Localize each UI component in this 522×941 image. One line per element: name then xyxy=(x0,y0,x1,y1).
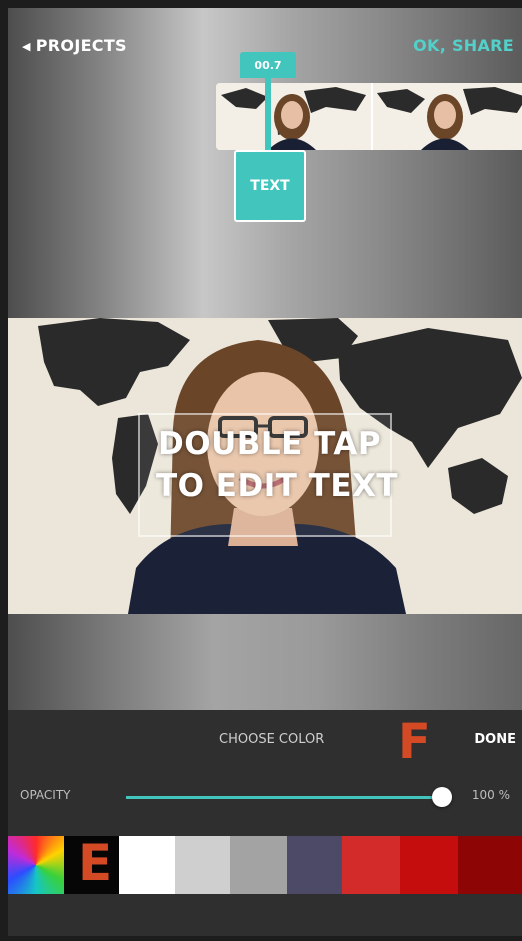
back-button[interactable]: ◀ PROJECTS xyxy=(22,36,127,55)
opacity-slider-thumb[interactable] xyxy=(432,787,452,807)
done-button[interactable]: DONE xyxy=(474,732,516,747)
playhead[interactable] xyxy=(265,78,271,154)
back-arrow-icon: ◀ xyxy=(22,40,31,53)
share-button[interactable]: OK, SHARE xyxy=(413,36,514,55)
color-panel: CHOOSE COLOR F DONE OPACITY 100 % E xyxy=(8,710,522,936)
black-swatch[interactable]: E xyxy=(64,836,119,894)
marker-label-f: F xyxy=(398,714,431,770)
text-track-clip[interactable]: TEXT xyxy=(234,150,306,222)
timeline-area: ◀ PROJECTS OK, SHARE 00.7 TEXT xyxy=(8,8,522,318)
overlay-text-line2[interactable]: TO EDIT TEXT xyxy=(156,468,398,504)
canvas-background xyxy=(8,614,522,710)
white-swatch[interactable] xyxy=(119,836,175,894)
opacity-slider-track[interactable] xyxy=(126,796,444,799)
video-preview[interactable]: DOUBLE TAP TO EDIT TEXT xyxy=(8,318,522,614)
gray-swatch[interactable] xyxy=(230,836,287,894)
back-label: PROJECTS xyxy=(35,36,127,55)
overlay-text-line1[interactable]: DOUBLE TAP xyxy=(158,426,381,462)
timeline-thumbnail xyxy=(373,83,522,150)
time-badge: 00.7 xyxy=(240,52,296,78)
red-swatch[interactable] xyxy=(342,836,400,894)
app-screen: ◀ PROJECTS OK, SHARE 00.7 TEXT DOUBLE TA… xyxy=(8,8,522,936)
color-swatches: E xyxy=(8,836,522,894)
opacity-label: OPACITY xyxy=(20,788,71,802)
opacity-value: 100 % xyxy=(471,788,510,802)
timeline-thumbnail xyxy=(216,83,371,150)
slate-swatch[interactable] xyxy=(287,836,342,894)
video-timeline[interactable] xyxy=(216,83,522,150)
bright-red-swatch[interactable] xyxy=(400,836,458,894)
marker-label-e: E xyxy=(78,834,113,892)
spectrum-swatch[interactable] xyxy=(8,836,64,894)
dark-red-swatch[interactable] xyxy=(458,836,522,894)
light-gray-swatch[interactable] xyxy=(175,836,230,894)
choose-color-title: CHOOSE COLOR xyxy=(219,732,325,747)
